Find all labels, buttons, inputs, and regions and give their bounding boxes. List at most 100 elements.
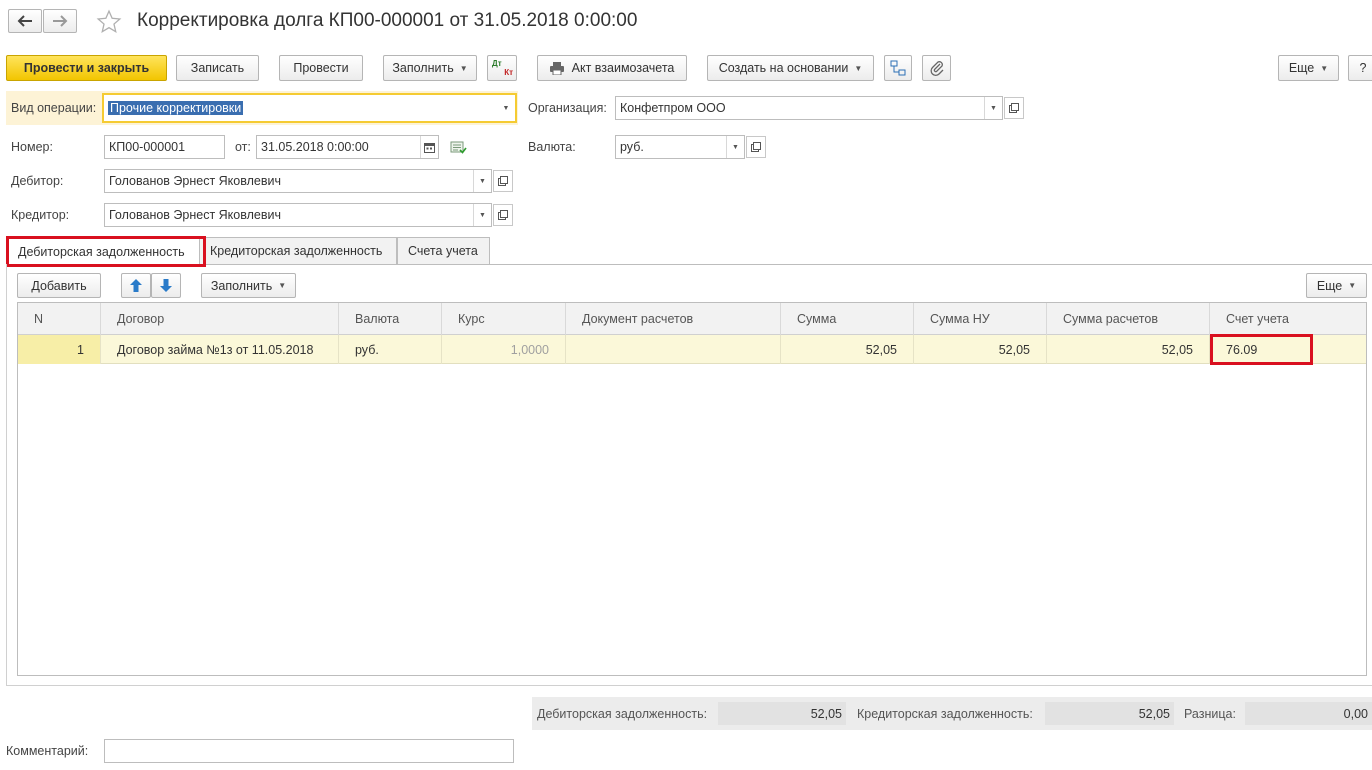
date-value: 31.05.2018 0:00:00 <box>261 140 369 154</box>
more-label: Еще <box>1288 61 1315 75</box>
move-down-button[interactable] <box>151 273 181 298</box>
organization-field[interactable]: Конфетпром ООО ▼ <box>615 96 1003 120</box>
debt-table[interactable]: N Договор Валюта Курс Документ расчетов … <box>17 302 1367 676</box>
cell-sum-nu[interactable]: 52,05 <box>914 335 1047 364</box>
page-title: Корректировка долга КП00-000001 от 31.05… <box>137 10 638 31</box>
open-form-icon <box>498 176 508 186</box>
open-form-icon <box>751 142 761 152</box>
account-cell-highlight <box>1210 334 1313 365</box>
cell-contract[interactable]: Договор займа №1з от 11.05.2018 <box>101 335 339 364</box>
col-contract[interactable]: Договор <box>101 303 339 335</box>
post-button[interactable]: Провести <box>279 55 363 81</box>
table-more-button[interactable]: Еще ▼ <box>1306 273 1367 298</box>
cell-n: 1 <box>18 335 101 364</box>
open-form-icon <box>1009 103 1019 113</box>
add-row-button[interactable]: Добавить <box>17 273 101 298</box>
caret-down-icon: ▼ <box>1348 281 1357 290</box>
cell-sum-settle[interactable]: 52,05 <box>1047 335 1210 364</box>
caret-down-icon: ▼ <box>278 281 287 290</box>
debtor-label: Дебитор: <box>11 174 64 188</box>
arrow-left-icon <box>17 15 32 27</box>
number-field[interactable]: КП00-000001 <box>104 135 225 159</box>
debit-total-value: 52,05 <box>718 702 846 725</box>
attach-button[interactable] <box>922 55 951 81</box>
caret-down-icon[interactable]: ▼ <box>984 97 1002 119</box>
difference-label: Разница: <box>1184 706 1236 721</box>
open-form-icon <box>498 210 508 220</box>
dt-kt-button[interactable]: Дт Кт <box>487 55 517 81</box>
paperclip-icon <box>930 61 943 76</box>
organization-open-button[interactable] <box>1004 97 1024 119</box>
structure-button[interactable] <box>884 55 912 81</box>
currency-value: руб. <box>620 140 644 154</box>
difference-value: 0,00 <box>1245 702 1372 725</box>
table-row[interactable]: 1 Договор займа №1з от 11.05.2018 руб. 1… <box>18 335 1366 364</box>
arrow-right-icon <box>53 15 68 27</box>
credit-total-label: Кредиторская задолженность: <box>857 706 1033 721</box>
col-sum[interactable]: Сумма <box>781 303 914 335</box>
col-sum-settle[interactable]: Сумма расчетов <box>1047 303 1210 335</box>
history-icon[interactable] <box>450 141 467 155</box>
currency-field[interactable]: руб. ▼ <box>615 135 745 159</box>
operation-type-field[interactable]: Прочие корректировки ▼ <box>102 93 517 123</box>
help-button[interactable]: ? <box>1348 55 1372 81</box>
creditor-open-button[interactable] <box>493 204 513 226</box>
totals-bar: Дебиторская задолженность: 52,05 Кредито… <box>532 697 1372 730</box>
fill-dropdown-button[interactable]: Заполнить ▼ <box>383 55 477 81</box>
forward-button[interactable] <box>43 9 77 33</box>
col-rate[interactable]: Курс <box>442 303 566 335</box>
caret-down-icon: ▼ <box>854 63 863 73</box>
move-up-button[interactable] <box>121 273 151 298</box>
caret-down-icon: ▼ <box>1320 63 1329 73</box>
create-based-on-label: Создать на основании <box>718 61 849 75</box>
date-field[interactable]: 31.05.2018 0:00:00 <box>256 135 439 159</box>
cell-doc[interactable] <box>566 335 781 364</box>
cell-currency[interactable]: руб. <box>339 335 442 364</box>
table-fill-button[interactable]: Заполнить ▼ <box>201 273 296 298</box>
table-header: N Договор Валюта Курс Документ расчетов … <box>18 303 1366 335</box>
caret-down-icon[interactable]: ▼ <box>726 136 744 158</box>
creditor-label: Кредитор: <box>11 208 70 222</box>
arrow-up-icon <box>130 279 142 292</box>
tab-highlight <box>6 236 206 267</box>
back-button[interactable] <box>8 9 42 33</box>
arrow-down-icon <box>160 279 172 292</box>
offset-act-label: Акт взаимозачета <box>571 61 675 75</box>
caret-down-icon[interactable]: ▼ <box>473 170 491 192</box>
hierarchy-icon <box>890 60 906 76</box>
printer-icon <box>549 61 564 75</box>
save-button[interactable]: Записать <box>176 55 259 81</box>
number-value: КП00-000001 <box>109 140 186 154</box>
creditor-value: Голованов Эрнест Яковлевич <box>109 208 281 222</box>
col-n[interactable]: N <box>18 303 101 335</box>
col-doc[interactable]: Документ расчетов <box>566 303 781 335</box>
caret-down-icon: ▼ <box>459 63 468 73</box>
col-currency[interactable]: Валюта <box>339 303 442 335</box>
comment-label: Комментарий: <box>6 744 89 758</box>
dt-kt-icon: Дт Кт <box>492 59 513 77</box>
col-account[interactable]: Счет учета <box>1210 303 1366 335</box>
operation-type-label: Вид операции: <box>11 101 97 115</box>
caret-down-icon[interactable]: ▼ <box>473 204 491 226</box>
debtor-open-button[interactable] <box>493 170 513 192</box>
favorite-star[interactable] <box>96 9 122 35</box>
caret-down-icon[interactable]: ▼ <box>497 95 515 121</box>
creditor-field[interactable]: Голованов Эрнест Яковлевич ▼ <box>104 203 492 227</box>
tab-accounts[interactable]: Счета учета <box>397 237 490 264</box>
cell-sum[interactable]: 52,05 <box>781 335 914 364</box>
col-sum-nu[interactable]: Сумма НУ <box>914 303 1047 335</box>
debtor-field[interactable]: Голованов Эрнест Яковлевич ▼ <box>104 169 492 193</box>
currency-open-button[interactable] <box>746 136 766 158</box>
star-icon <box>96 9 122 33</box>
table-more-label: Еще <box>1316 278 1343 293</box>
currency-label: Валюта: <box>528 140 576 154</box>
tab-credit[interactable]: Кредиторская задолженность <box>199 237 397 264</box>
post-and-close-button[interactable]: Провести и закрыть <box>6 55 167 81</box>
calendar-icon[interactable] <box>420 136 438 158</box>
offset-act-button[interactable]: Акт взаимозачета <box>537 55 687 81</box>
comment-field[interactable] <box>104 739 514 763</box>
create-based-on-button[interactable]: Создать на основании ▼ <box>707 55 874 81</box>
more-button[interactable]: Еще ▼ <box>1278 55 1339 81</box>
debtor-value: Голованов Эрнест Яковлевич <box>109 174 281 188</box>
cell-rate[interactable]: 1,0000 <box>442 335 566 364</box>
